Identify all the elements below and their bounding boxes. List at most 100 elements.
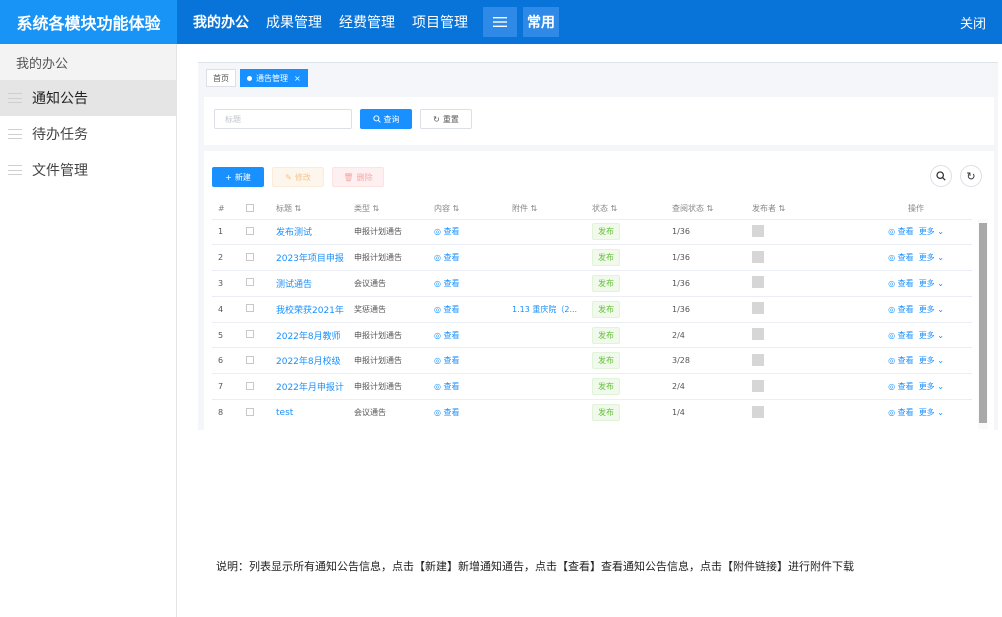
- toggle-search-button[interactable]: [930, 165, 952, 187]
- col-publisher[interactable]: 发布者 ⇅: [746, 199, 854, 219]
- select-all-checkbox[interactable]: [246, 203, 254, 212]
- nav-projects[interactable]: 项目管理: [411, 7, 469, 37]
- brand-title: 系统各模块功能体验: [0, 0, 177, 44]
- publisher-redacted: [752, 276, 764, 289]
- table-row[interactable]: 4 我校荣获2021年 奖惩通告 ◎ 查看 1.13 重庆院（2... 发布 1…: [212, 295, 972, 323]
- row-checkbox[interactable]: [246, 304, 254, 313]
- row-title-link[interactable]: 我校荣获2021年: [276, 306, 344, 316]
- row-type: 奖惩通告: [348, 295, 428, 323]
- status-badge: 发布: [592, 249, 620, 267]
- row-title-link[interactable]: 2023年项目申报: [276, 254, 344, 264]
- view-action-link[interactable]: ◎ 查看: [888, 253, 914, 262]
- table-row[interactable]: 3 测试通告 会议通告 ◎ 查看 发布 1/36 ◎ 查看 更多 ⌄: [212, 270, 972, 297]
- edit-button[interactable]: ✎ 修改: [272, 167, 324, 187]
- refresh-button[interactable]: ↻: [960, 165, 982, 187]
- row-checkbox[interactable]: [246, 330, 254, 339]
- row-title-link[interactable]: 2022年8月教师: [276, 332, 341, 342]
- view-content-link[interactable]: ◎ 查看: [434, 253, 460, 262]
- col-read-status[interactable]: 查阅状态 ⇅: [666, 199, 746, 219]
- more-dropdown[interactable]: 更多 ⌄: [919, 331, 944, 340]
- nav-my-office[interactable]: 我的办公: [192, 7, 250, 37]
- col-type[interactable]: 类型 ⇅: [348, 199, 428, 219]
- row-checkbox[interactable]: [246, 381, 254, 390]
- row-title-link[interactable]: 测试通告: [276, 280, 312, 290]
- more-dropdown[interactable]: 更多 ⌄: [919, 227, 944, 236]
- more-dropdown[interactable]: 更多 ⌄: [919, 305, 944, 314]
- table-row[interactable]: 6 2022年8月校级 申报计划通告 ◎ 查看 发布 3/28 ◎ 查看 更多 …: [212, 347, 972, 374]
- table-scrollbar[interactable]: [978, 219, 988, 429]
- common-button[interactable]: 常用: [523, 7, 559, 37]
- view-content-link[interactable]: ◎ 查看: [434, 279, 460, 288]
- row-read-status: 1/36: [666, 218, 746, 245]
- more-dropdown[interactable]: 更多 ⌄: [919, 253, 944, 262]
- row-checkbox[interactable]: [246, 226, 254, 235]
- row-index: 6: [212, 347, 240, 374]
- row-title-link[interactable]: 2022年8月校级: [276, 357, 341, 367]
- table-row[interactable]: 2 2023年项目申报 申报计划通告 ◎ 查看 发布 1/36 ◎ 查看 更多 …: [212, 244, 972, 271]
- view-action-link[interactable]: ◎ 查看: [888, 356, 914, 365]
- col-content[interactable]: 内容 ⇅: [428, 199, 506, 219]
- view-content-link[interactable]: ◎ 查看: [434, 356, 460, 365]
- title-search-input[interactable]: 标题: [214, 109, 352, 129]
- table-row[interactable]: 1 发布测试 申报计划通告 ◎ 查看 发布 1/36 ◎ 查看 更多 ⌄: [212, 218, 972, 245]
- attachment-link[interactable]: 1.13 重庆院（2...: [512, 305, 577, 314]
- col-attachment[interactable]: 附件 ⇅: [506, 199, 586, 219]
- nav-funding[interactable]: 经费管理: [338, 7, 396, 37]
- view-action-link[interactable]: ◎ 查看: [888, 227, 914, 236]
- view-action-link[interactable]: ◎ 查看: [888, 279, 914, 288]
- list-icon: [8, 129, 22, 139]
- close-button[interactable]: 关闭: [960, 0, 986, 44]
- col-actions: 操作: [908, 204, 924, 214]
- view-action-link[interactable]: ◎ 查看: [888, 305, 914, 314]
- row-index: 7: [212, 373, 240, 400]
- nav-achievements[interactable]: 成果管理: [265, 7, 323, 37]
- row-read-status: 1/36: [666, 295, 746, 323]
- sidebar-item-todo[interactable]: 待办任务: [0, 116, 176, 152]
- row-checkbox[interactable]: [246, 355, 254, 364]
- view-content-link[interactable]: ◎ 查看: [434, 227, 460, 236]
- tab-notice-management[interactable]: 通告管理 ×: [240, 69, 308, 87]
- view-action-link[interactable]: ◎ 查看: [888, 408, 914, 417]
- row-checkbox[interactable]: [246, 278, 254, 287]
- tab-home[interactable]: 首页: [206, 69, 236, 87]
- new-button[interactable]: + 新建: [212, 167, 264, 187]
- status-badge: 发布: [592, 404, 620, 422]
- eye-icon: ◎: [434, 382, 441, 392]
- sidebar-item-files[interactable]: 文件管理: [0, 152, 176, 188]
- more-dropdown[interactable]: 更多 ⌄: [919, 408, 944, 417]
- table-row[interactable]: 8 test 会议通告 ◎ 查看 发布 1/4 ◎ 查看 更多 ⌄: [212, 399, 972, 426]
- chevron-down-icon: ⌄: [937, 304, 944, 314]
- view-content-link[interactable]: ◎ 查看: [434, 408, 460, 417]
- sidebar-item-notices[interactable]: 通知公告: [0, 80, 176, 116]
- row-title-link[interactable]: test: [276, 408, 293, 418]
- row-title-link[interactable]: 2022年月申报计: [276, 383, 344, 393]
- delete-button[interactable]: 🗑 删除: [332, 167, 384, 187]
- table-row[interactable]: 5 2022年8月教师 申报计划通告 ◎ 查看 发布 2/4 ◎ 查看 更多 ⌄: [212, 321, 972, 348]
- query-button[interactable]: 查询: [360, 109, 412, 129]
- col-title[interactable]: 标题 ⇅: [270, 199, 348, 219]
- row-title-link[interactable]: 发布测试: [276, 228, 312, 238]
- eye-icon: ◎: [434, 330, 441, 340]
- view-content-link[interactable]: ◎ 查看: [434, 331, 460, 340]
- eye-icon: ◎: [888, 304, 896, 314]
- reset-button[interactable]: ↻ 重置: [420, 109, 472, 129]
- col-status[interactable]: 状态 ⇅: [586, 199, 666, 219]
- sidebar-heading[interactable]: 我的办公: [0, 44, 176, 80]
- row-checkbox[interactable]: [246, 407, 254, 416]
- row-read-status: 1/4: [666, 399, 746, 426]
- view-content-link[interactable]: ◎ 查看: [434, 382, 460, 391]
- top-bar: 系统各模块功能体验 我的办公 成果管理 经费管理 项目管理 常用 关闭: [0, 0, 1002, 44]
- more-dropdown[interactable]: 更多 ⌄: [919, 279, 944, 288]
- status-badge: 发布: [592, 300, 620, 318]
- view-action-link[interactable]: ◎ 查看: [888, 382, 914, 391]
- view-content-link[interactable]: ◎ 查看: [434, 305, 460, 314]
- row-checkbox[interactable]: [246, 252, 254, 261]
- scrollbar-thumb[interactable]: [979, 223, 987, 423]
- table-row[interactable]: 7 2022年月申报计 申报计划通告 ◎ 查看 发布 2/4 ◎ 查看 更多 ⌄: [212, 373, 972, 400]
- more-dropdown[interactable]: 更多 ⌄: [919, 382, 944, 391]
- close-icon[interactable]: ×: [294, 74, 301, 83]
- menu-button[interactable]: [483, 7, 517, 37]
- view-action-link[interactable]: ◎ 查看: [888, 331, 914, 340]
- more-dropdown[interactable]: 更多 ⌄: [919, 356, 944, 365]
- publisher-redacted: [752, 353, 764, 366]
